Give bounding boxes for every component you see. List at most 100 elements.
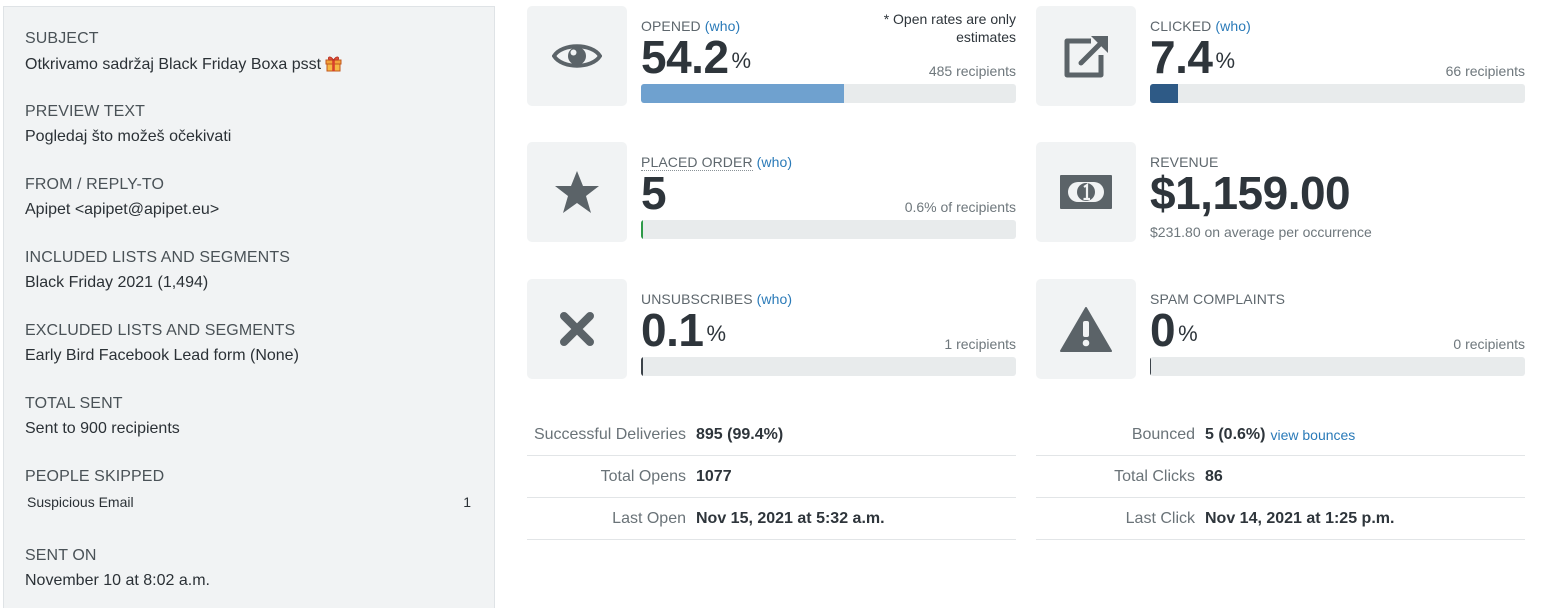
- delivery-stats-left: Successful Deliveries 895 (99.4%) Total …: [527, 414, 1016, 540]
- external-link-icon: [1064, 36, 1108, 78]
- excluded-lists-label: EXCLUDED LISTS AND SEGMENTS: [25, 322, 296, 339]
- revenue-icon-box: [1036, 142, 1136, 242]
- opened-icon-box: [527, 6, 627, 106]
- opened-value: 54.2%: [641, 32, 751, 82]
- preview-text-value: Pogledaj što možeš očekivati: [25, 128, 232, 145]
- sent-on-section: SENT ON November 10 at 8:02 a.m.: [25, 546, 474, 591]
- eye-icon: [552, 44, 602, 68]
- spam-value: 0%: [1150, 305, 1198, 355]
- stat-key: Last Click: [1125, 509, 1195, 527]
- placed-order-who-link[interactable]: (who): [757, 154, 793, 170]
- placed-order-progress-bar: [641, 220, 1016, 239]
- clicked-number: 7.4: [1150, 31, 1213, 83]
- open-rate-disclaimer: * Open rates are only estimates: [883, 11, 1016, 45]
- subject-label: SUBJECT: [25, 30, 99, 47]
- clicked-card: CLICKED (who) 7.4% 66 recipients: [1036, 6, 1525, 106]
- stat-row-total-clicks: Total Clicks 86: [1036, 456, 1525, 498]
- stat-key: Total Clicks: [1114, 467, 1195, 485]
- clicked-unit: %: [1215, 48, 1236, 73]
- stat-value: 1077: [696, 467, 732, 485]
- opened-recipients: 485 recipients: [928, 63, 1016, 79]
- spam-complaints-card: SPAM COMPLAINTS 0% 0 recipients: [1036, 279, 1525, 379]
- preview-text-label: PREVIEW TEXT: [25, 103, 146, 120]
- placed-order-progress-fill: [641, 220, 644, 239]
- clicked-progress-bar: [1150, 84, 1525, 103]
- total-sent-section: TOTAL SENT Sent to 900 recipients: [25, 394, 474, 439]
- unsubscribes-number: 0.1: [641, 304, 704, 356]
- excluded-lists-section: EXCLUDED LISTS AND SEGMENTS Early Bird F…: [25, 321, 474, 366]
- stat-value: 895 (99.4%): [696, 425, 784, 443]
- subject-value: Otkrivamo sadržaj Black Friday Boxa psst: [25, 54, 474, 75]
- stat-key: Last Open: [612, 509, 686, 527]
- unsubscribes-unit: %: [706, 321, 727, 346]
- from-label: FROM / REPLY-TO: [25, 176, 165, 193]
- clicked-value: 7.4%: [1150, 32, 1235, 82]
- included-lists-label: INCLUDED LISTS AND SEGMENTS: [25, 249, 290, 266]
- unsubscribes-icon-box: [527, 279, 627, 379]
- total-sent-label: TOTAL SENT: [25, 395, 123, 412]
- stat-row-last-open: Last Open Nov 15, 2021 at 5:32 a.m.: [527, 498, 1016, 540]
- excluded-lists-value: Early Bird Facebook Lead form (None): [25, 347, 299, 364]
- money-bill-icon: [1060, 175, 1112, 209]
- stat-key: Bounced: [1131, 425, 1195, 443]
- skipped-row: Suspicious Email 1: [25, 494, 474, 510]
- total-sent-value: Sent to 900 recipients: [25, 420, 180, 437]
- opened-unit: %: [731, 48, 752, 73]
- revenue-card: REVENUE $1,159.00 $231.80 on average per…: [1036, 142, 1525, 242]
- clicked-recipients: 66 recipients: [1445, 63, 1525, 79]
- opened-progress-fill: [641, 84, 845, 103]
- clicked-icon-box: [1036, 6, 1136, 106]
- spam-icon-box: [1036, 279, 1136, 379]
- unsubscribes-recipients: 1 recipients: [944, 336, 1016, 352]
- unsubscribes-who-link[interactable]: (who): [757, 291, 793, 307]
- spam-unit: %: [1178, 321, 1198, 346]
- stat-key: Successful Deliveries: [533, 425, 686, 443]
- spam-number: 0: [1150, 304, 1176, 356]
- subject-section: SUBJECT Otkrivamo sadržaj Black Friday B…: [25, 29, 474, 75]
- subject-text: Otkrivamo sadržaj Black Friday Boxa psst: [25, 56, 322, 73]
- placed-order-number: 5: [641, 167, 667, 219]
- x-icon: [560, 312, 594, 346]
- spam-progress-fill: [1150, 357, 1151, 376]
- warning-icon: [1060, 307, 1112, 352]
- campaign-details-sidebar: SUBJECT Otkrivamo sadržaj Black Friday B…: [3, 6, 495, 608]
- stat-value: Nov 14, 2021 at 1:25 p.m.: [1205, 509, 1395, 527]
- placed-order-icon-box: [527, 142, 627, 242]
- from-section: FROM / REPLY-TO Apipet <apipet@apipet.eu…: [25, 175, 474, 220]
- clicked-progress-fill: [1150, 84, 1178, 103]
- included-lists-section: INCLUDED LISTS AND SEGMENTS Black Friday…: [25, 248, 474, 293]
- unsubscribes-progress-bar: [641, 357, 1016, 376]
- unsubscribes-card: UNSUBSCRIBES (who) 0.1% 1 recipients: [527, 279, 1016, 379]
- view-bounces-link[interactable]: view bounces: [1270, 427, 1355, 443]
- placed-order-value: 5: [641, 167, 667, 219]
- stat-value: 86: [1205, 467, 1223, 485]
- skipped-count: 1: [463, 494, 471, 510]
- unsubscribes-progress-fill: [641, 357, 643, 376]
- stat-value: 5 (0.6%): [1205, 425, 1266, 443]
- sent-on-label: SENT ON: [25, 547, 97, 564]
- stat-row-last-click: Last Click Nov 14, 2021 at 1:25 p.m.: [1036, 498, 1525, 540]
- spam-progress-bar: [1150, 357, 1525, 376]
- included-lists-value: Black Friday 2021 (1,494): [25, 274, 209, 291]
- placed-order-card: PLACED ORDER (who) 5 0.6% of recipients: [527, 142, 1016, 242]
- delivery-stats-right: Bounced 5 (0.6%) view bounces Total Clic…: [1036, 414, 1525, 540]
- unsubscribes-value: 0.1%: [641, 305, 726, 355]
- placed-order-percent: 0.6% of recipients: [904, 199, 1016, 215]
- stat-row-total-opens: Total Opens 1077: [527, 456, 1016, 498]
- people-skipped-section: PEOPLE SKIPPED Suspicious Email 1: [25, 467, 474, 510]
- revenue-value: $1,159.00: [1150, 167, 1351, 219]
- opened-card: OPENED (who) * Open rates are only estim…: [527, 6, 1016, 106]
- stat-row-bounced: Bounced 5 (0.6%) view bounces: [1036, 414, 1525, 456]
- revenue-average: $231.80 on average per occurrence: [1150, 224, 1372, 240]
- sent-on-value: November 10 at 8:02 a.m.: [25, 572, 210, 589]
- skipped-reason: Suspicious Email: [27, 494, 134, 510]
- stat-key: Total Opens: [600, 467, 686, 485]
- gift-icon: [325, 56, 342, 72]
- opened-number: 54.2: [641, 31, 729, 83]
- stat-row-deliveries: Successful Deliveries 895 (99.4%): [527, 414, 1016, 456]
- opened-progress-bar: [641, 84, 1016, 103]
- spam-recipients: 0 recipients: [1453, 336, 1525, 352]
- from-value: Apipet <apipet@apipet.eu>: [25, 201, 220, 218]
- people-skipped-label: PEOPLE SKIPPED: [25, 468, 165, 485]
- star-icon: [555, 171, 599, 213]
